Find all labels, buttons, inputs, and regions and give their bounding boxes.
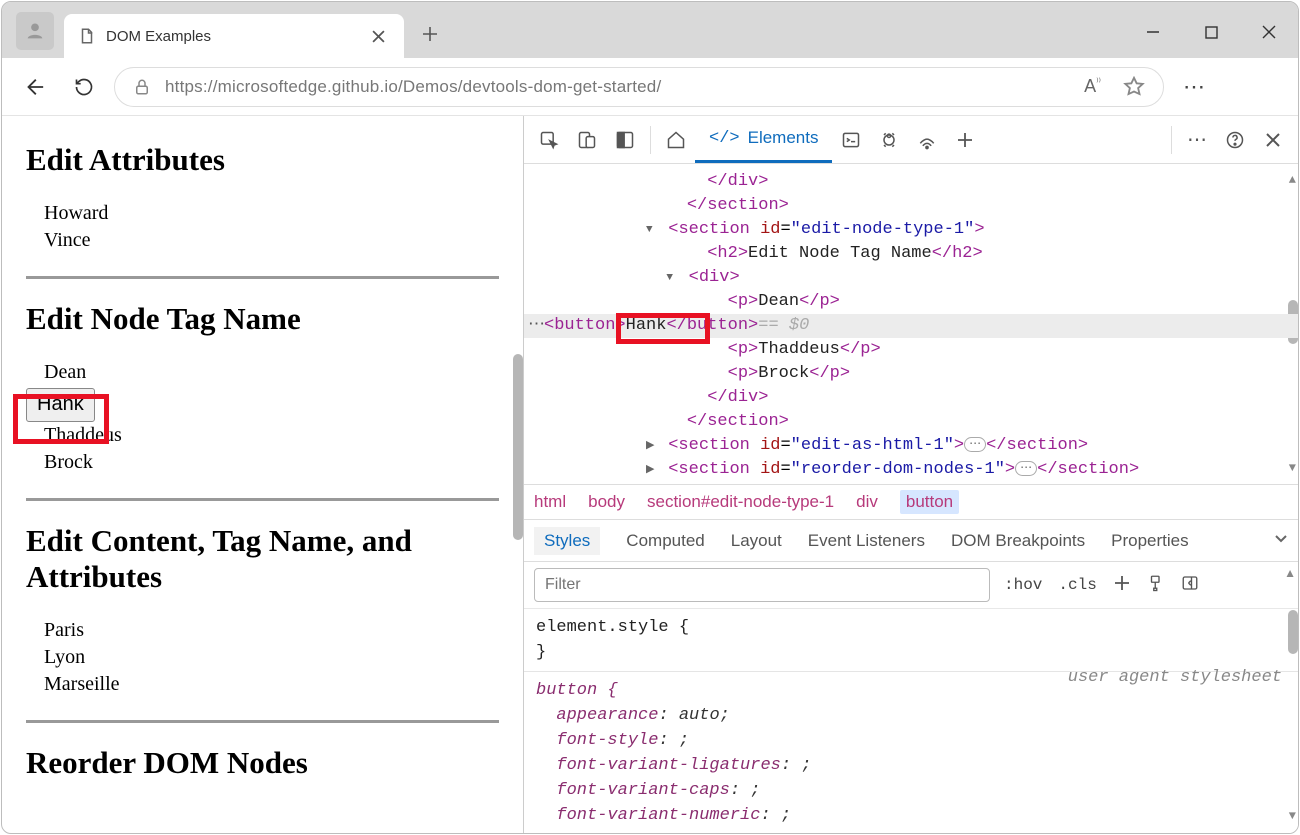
- new-tab-button[interactable]: [412, 16, 448, 52]
- crumb[interactable]: body: [588, 492, 625, 512]
- elements-tab-label: Elements: [748, 128, 819, 148]
- read-aloud-icon[interactable]: A⁾⁾: [1084, 76, 1101, 97]
- dom-breadcrumb[interactable]: html body section#edit-node-type-1 div b…: [524, 484, 1298, 520]
- list-item: Marseille: [44, 673, 499, 696]
- list-item: Brock: [44, 451, 499, 474]
- scroll-up-icon[interactable]: ▲: [1289, 168, 1296, 192]
- divider: [26, 276, 499, 279]
- crumb[interactable]: div: [856, 492, 878, 512]
- more-tabs-icon[interactable]: [946, 121, 984, 159]
- crumb[interactable]: html: [534, 492, 566, 512]
- browser-tab-strip: DOM Examples: [2, 2, 1298, 58]
- list-item: Paris: [44, 619, 499, 642]
- dom-selected-line[interactable]: ⋯ <button>Hank</button> == $0: [524, 314, 1298, 338]
- tab-title: DOM Examples: [106, 28, 356, 45]
- elements-tab[interactable]: </> Elements: [695, 117, 832, 163]
- list-item: Dean: [44, 361, 499, 384]
- panel-toggle-icon[interactable]: [1179, 572, 1201, 599]
- event-listeners-tab[interactable]: Event Listeners: [808, 531, 925, 551]
- crumb-selected[interactable]: button: [900, 490, 959, 514]
- divider: [26, 720, 499, 723]
- styles-subtabs: Styles Computed Layout Event Listeners D…: [524, 520, 1298, 562]
- user-agent-stylesheet-label: user agent stylesheet: [1068, 665, 1282, 690]
- new-style-rule-icon[interactable]: [1111, 572, 1133, 599]
- window-controls: [1124, 10, 1298, 58]
- computed-tab[interactable]: Computed: [626, 531, 704, 551]
- list-item: Thaddeus: [44, 424, 499, 447]
- more-button[interactable]: ⋯: [1174, 67, 1214, 107]
- dom-breakpoints-tab[interactable]: DOM Breakpoints: [951, 531, 1085, 551]
- hank-button[interactable]: Hank: [26, 388, 95, 422]
- tab-close-button[interactable]: [366, 24, 390, 48]
- paint-icon[interactable]: [1145, 572, 1167, 599]
- console-tab-icon[interactable]: [832, 121, 870, 159]
- properties-tab[interactable]: Properties: [1111, 531, 1188, 551]
- scroll-up-icon[interactable]: ▲: [1284, 566, 1296, 580]
- page-icon: [78, 25, 96, 47]
- network-tab-icon[interactable]: [908, 121, 946, 159]
- styles-filter-input[interactable]: [534, 568, 990, 602]
- devtools-close-icon[interactable]: [1254, 121, 1292, 159]
- dock-side-icon[interactable]: [606, 121, 644, 159]
- list-item: Lyon: [44, 646, 499, 669]
- list-item: Vince: [44, 229, 499, 252]
- chevron-down-icon[interactable]: [1274, 531, 1288, 551]
- styles-tab[interactable]: Styles: [534, 527, 600, 555]
- page-scrollbar-thumb[interactable]: [513, 354, 523, 540]
- list-item: Howard: [44, 202, 499, 225]
- heading-reorder: Reorder DOM Nodes: [26, 745, 499, 781]
- devtools-pane: </> Elements ⋯ ▲ ▼: [524, 116, 1298, 834]
- styles-toolbar: :hov .cls ▲: [524, 562, 1298, 609]
- inspect-element-icon[interactable]: [530, 121, 568, 159]
- scroll-down-icon[interactable]: ▼: [1289, 804, 1296, 829]
- hov-toggle[interactable]: :hov: [1002, 574, 1044, 596]
- styles-rules[interactable]: element.style { } button { user agent st…: [524, 609, 1298, 834]
- close-window-button[interactable]: [1240, 14, 1298, 50]
- devtools-help-icon[interactable]: [1216, 121, 1254, 159]
- welcome-tab-icon[interactable]: [657, 121, 695, 159]
- scroll-down-icon[interactable]: ▼: [1289, 456, 1296, 480]
- sources-tab-icon[interactable]: [870, 121, 908, 159]
- devtools-tabbar: </> Elements ⋯: [524, 116, 1298, 164]
- maximize-button[interactable]: [1182, 14, 1240, 50]
- heading-edit-tag-name: Edit Node Tag Name: [26, 301, 499, 337]
- browser-tab[interactable]: DOM Examples: [64, 14, 404, 58]
- heading-edit-cta: Edit Content, Tag Name, and Attributes: [26, 523, 499, 595]
- address-text: https://microsoftedge.github.io/Demos/de…: [165, 77, 661, 97]
- devtools-more-icon[interactable]: ⋯: [1178, 121, 1216, 159]
- dom-tree[interactable]: ▲ ▼ </div> </section> <section id="edit-…: [524, 164, 1298, 484]
- layout-tab[interactable]: Layout: [731, 531, 782, 551]
- address-bar[interactable]: https://microsoftedge.github.io/Demos/de…: [114, 67, 1164, 107]
- cls-toggle[interactable]: .cls: [1056, 574, 1098, 596]
- lock-icon: [133, 78, 151, 96]
- heading-edit-attributes: Edit Attributes: [26, 142, 499, 178]
- browser-toolbar: https://microsoftedge.github.io/Demos/de…: [2, 58, 1298, 116]
- back-button[interactable]: [14, 67, 54, 107]
- refresh-button[interactable]: [64, 67, 104, 107]
- device-toolbar-icon[interactable]: [568, 121, 606, 159]
- divider: [26, 498, 499, 501]
- page-content-pane: Edit Attributes Howard Vince Edit Node T…: [2, 116, 524, 834]
- profile-button[interactable]: [16, 12, 54, 50]
- minimize-button[interactable]: [1124, 14, 1182, 50]
- crumb[interactable]: section#edit-node-type-1: [647, 492, 834, 512]
- favorite-icon[interactable]: [1123, 76, 1145, 98]
